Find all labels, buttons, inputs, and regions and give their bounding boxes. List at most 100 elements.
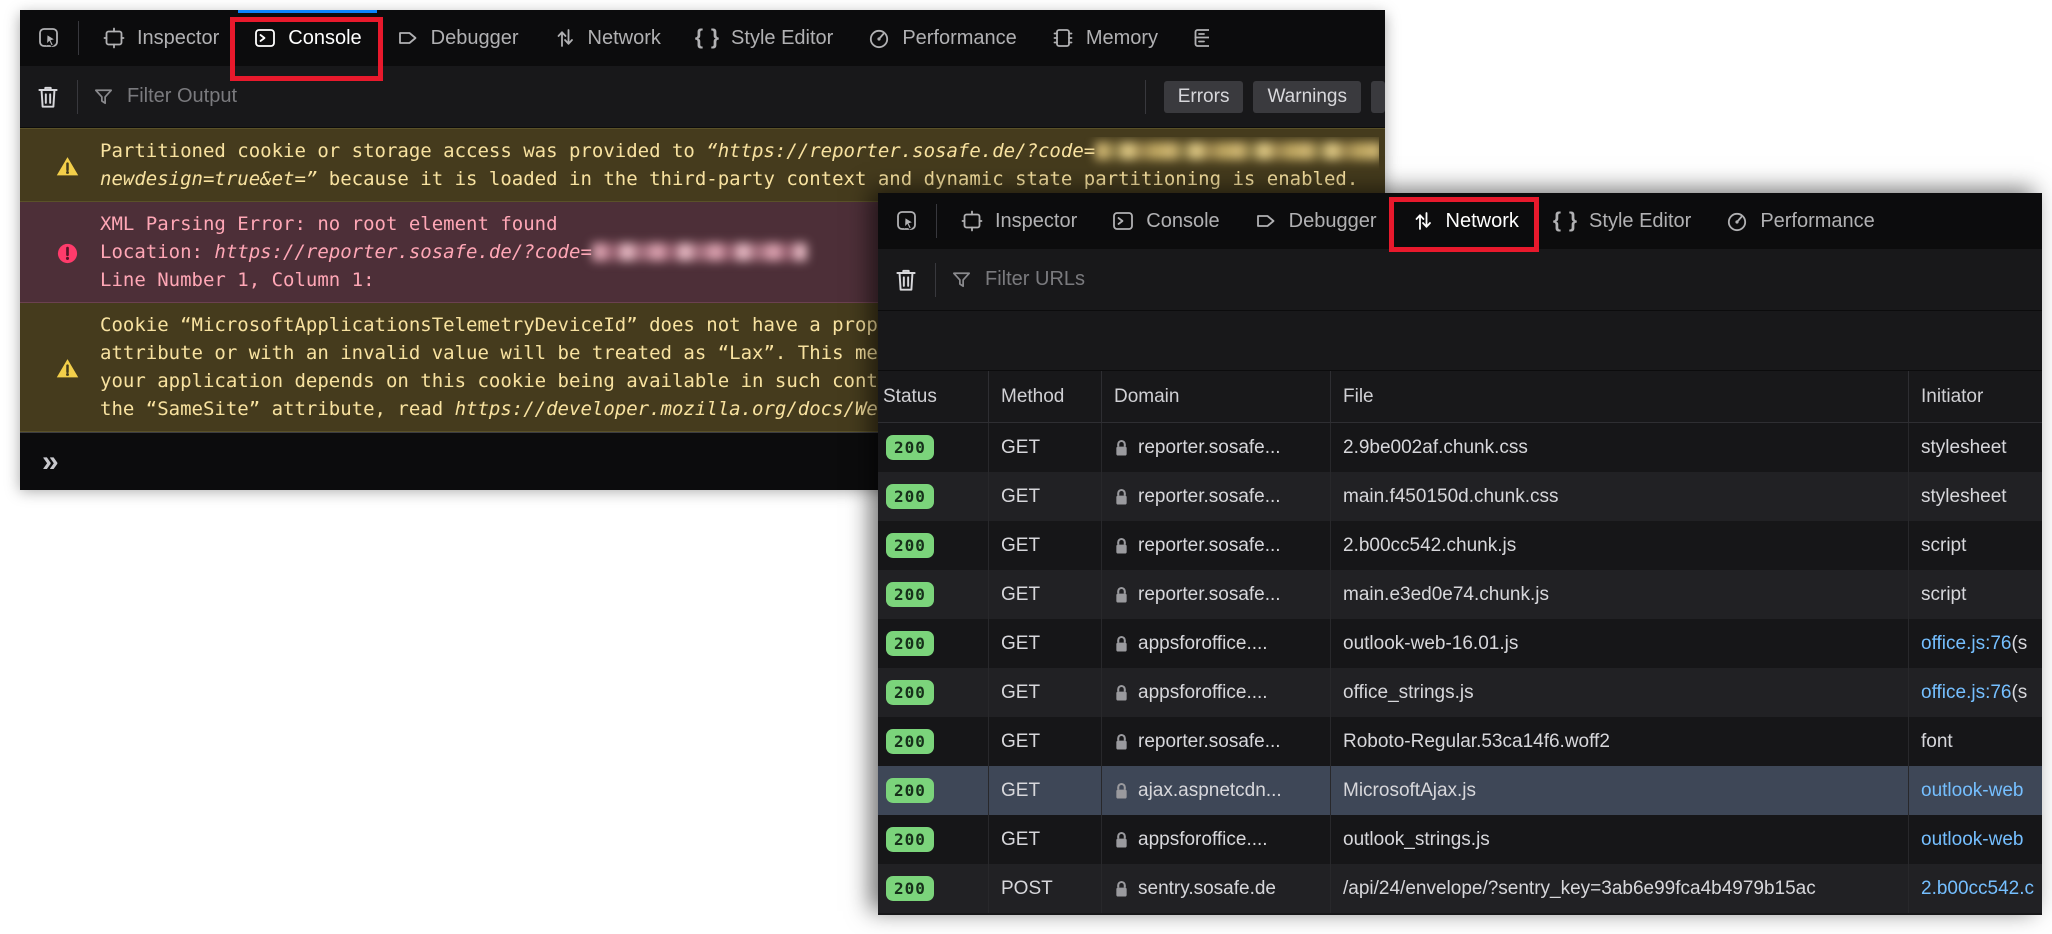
method-cell: GET <box>989 668 1102 717</box>
request-row[interactable]: 200GETreporter.sosafe...Roboto-Regular.5… <box>878 717 2042 766</box>
filter-button-clipped[interactable] <box>1371 81 1385 113</box>
redacted-blur <box>1095 142 1379 160</box>
tab-network[interactable]: Network <box>1394 193 1536 249</box>
tab-inspector[interactable]: Inspector <box>85 10 236 66</box>
warning-icon <box>54 137 80 193</box>
request-row[interactable]: 200GETreporter.sosafe...main.e3ed0e74.ch… <box>878 570 2042 619</box>
method-cell: GET <box>989 570 1102 619</box>
inspector-icon <box>960 209 984 233</box>
warning-icon <box>54 311 80 423</box>
tab-inspector[interactable]: Inspector <box>943 193 1094 249</box>
request-row[interactable]: 200GETreporter.sosafe...2.9be002af.chunk… <box>878 423 2042 472</box>
initiator-cell: outlook-web <box>1909 766 2042 815</box>
tab-label: Network <box>1446 210 1519 233</box>
tab-storage[interactable] <box>1175 10 1209 66</box>
node-picker-icon <box>895 209 919 233</box>
method-cell: POST <box>989 864 1102 913</box>
toolbar-divider <box>936 204 937 238</box>
console-icon <box>1111 209 1135 233</box>
filterbar-divider <box>1145 80 1146 114</box>
status-cell: 200 <box>878 423 989 472</box>
status-badge: 200 <box>886 582 934 607</box>
column-header-method[interactable]: Method <box>989 371 1102 422</box>
request-row[interactable]: 200GETappsforoffice....office_strings.js… <box>878 668 2042 717</box>
filterbar-divider <box>77 80 78 114</box>
initiator-text: script <box>1921 535 1966 557</box>
status-badge: 200 <box>886 876 934 901</box>
column-header-status[interactable]: Status <box>878 371 989 422</box>
node-picker-button[interactable] <box>878 193 936 249</box>
message-line: Partitioned cookie or storage access was… <box>100 137 1379 165</box>
clear-requests-button[interactable] <box>893 266 919 294</box>
request-row[interactable]: 200GETajax.aspnetcdn...MicrosoftAjax.jso… <box>878 766 2042 815</box>
tab-style-editor[interactable]: { }Style Editor <box>678 10 850 66</box>
initiator-text: stylesheet <box>1921 486 2007 508</box>
tab-network[interactable]: Network <box>536 10 678 66</box>
tab-debugger[interactable]: Debugger <box>1237 193 1394 249</box>
console-message-warning: Partitioned cookie or storage access was… <box>20 128 1385 202</box>
file-cell: Roboto-Regular.53ca14f6.woff2 <box>1331 717 1909 766</box>
request-row[interactable]: 200GETreporter.sosafe...main.f450150d.ch… <box>878 472 2042 521</box>
tab-console[interactable]: Console <box>236 10 378 66</box>
console-icon <box>253 26 277 50</box>
lock-icon <box>1114 782 1129 800</box>
method-cell: GET <box>989 619 1102 668</box>
column-header-file[interactable]: File <box>1331 371 1909 422</box>
request-row[interactable]: 200GETappsforoffice....outlook_strings.j… <box>878 815 2042 864</box>
requests-table-body: 200GETreporter.sosafe...2.9be002af.chunk… <box>878 423 2042 913</box>
initiator-link[interactable]: office.js:76 <box>1921 633 2011 655</box>
status-badge: 200 <box>886 778 934 803</box>
domain-cell: reporter.sosafe... <box>1102 570 1331 619</box>
status-cell: 200 <box>878 766 989 815</box>
domain-cell: appsforoffice.... <box>1102 815 1331 864</box>
filter-output-input[interactable]: Filter Output <box>127 85 237 108</box>
console-filter-bar: Filter Output Errors Warnings <box>20 66 1385 128</box>
braces-icon: { } <box>695 26 720 50</box>
lock-icon <box>1114 537 1129 555</box>
initiator-link[interactable]: outlook-web <box>1921 780 2023 802</box>
debugger-icon <box>1254 209 1278 233</box>
filter-button-warnings[interactable]: Warnings <box>1253 81 1361 113</box>
request-row[interactable]: 200GETreporter.sosafe...2.b00cc542.chunk… <box>878 521 2042 570</box>
lock-icon <box>1114 439 1129 457</box>
status-cell: 200 <box>878 668 989 717</box>
tab-debugger[interactable]: Debugger <box>379 10 536 66</box>
domain-cell: reporter.sosafe... <box>1102 423 1331 472</box>
tab-console[interactable]: Console <box>1094 193 1236 249</box>
filter-button-errors[interactable]: Errors <box>1164 81 1244 113</box>
column-header-domain[interactable]: Domain <box>1102 371 1331 422</box>
initiator-link[interactable]: 2.b00cc542.c <box>1921 878 2034 900</box>
node-picker-button[interactable] <box>20 10 78 66</box>
tab-label: Memory <box>1086 27 1158 50</box>
filter-funnel-icon <box>950 268 973 291</box>
status-cell: 200 <box>878 472 989 521</box>
tab-label: Performance <box>1760 210 1875 233</box>
filter-urls-input[interactable]: Filter URLs <box>985 268 1085 291</box>
tab-performance[interactable]: Performance <box>850 10 1034 66</box>
requests-table: StatusMethodDomainFileInitiator 200GETre… <box>878 371 2042 913</box>
clear-console-button[interactable] <box>35 83 61 111</box>
initiator-link[interactable]: office.js:76 <box>1921 682 2011 704</box>
tab-memory[interactable]: Memory <box>1034 10 1175 66</box>
file-cell: /api/24/envelope/?sentry_key=3ab6e99fca4… <box>1331 864 1909 913</box>
tab-style-editor[interactable]: { }Style Editor <box>1536 193 1708 249</box>
status-cell: 200 <box>878 717 989 766</box>
column-header-initiator[interactable]: Initiator <box>1909 371 2042 422</box>
message-line: newdesign=true&et=” because it is loaded… <box>100 165 1379 193</box>
error-icon <box>54 210 80 294</box>
tab-label: Debugger <box>431 27 519 50</box>
initiator-cell: script <box>1909 570 2042 619</box>
request-row[interactable]: 200GETappsforoffice....outlook-web-16.01… <box>878 619 2042 668</box>
tab-performance[interactable]: Performance <box>1708 193 1892 249</box>
file-cell: 2.9be002af.chunk.css <box>1331 423 1909 472</box>
status-cell: 200 <box>878 521 989 570</box>
initiator-link[interactable]: outlook-web <box>1921 829 2023 851</box>
status-badge: 200 <box>886 533 934 558</box>
inspector-icon <box>102 26 126 50</box>
redacted-blur <box>592 243 807 261</box>
tab-label: Inspector <box>137 27 219 50</box>
method-cell: GET <box>989 472 1102 521</box>
request-row[interactable]: 200POSTsentry.sosafe.de/api/24/envelope/… <box>878 864 2042 913</box>
console-filter-buttons: Errors Warnings <box>1145 80 1385 114</box>
performance-icon <box>867 26 891 50</box>
